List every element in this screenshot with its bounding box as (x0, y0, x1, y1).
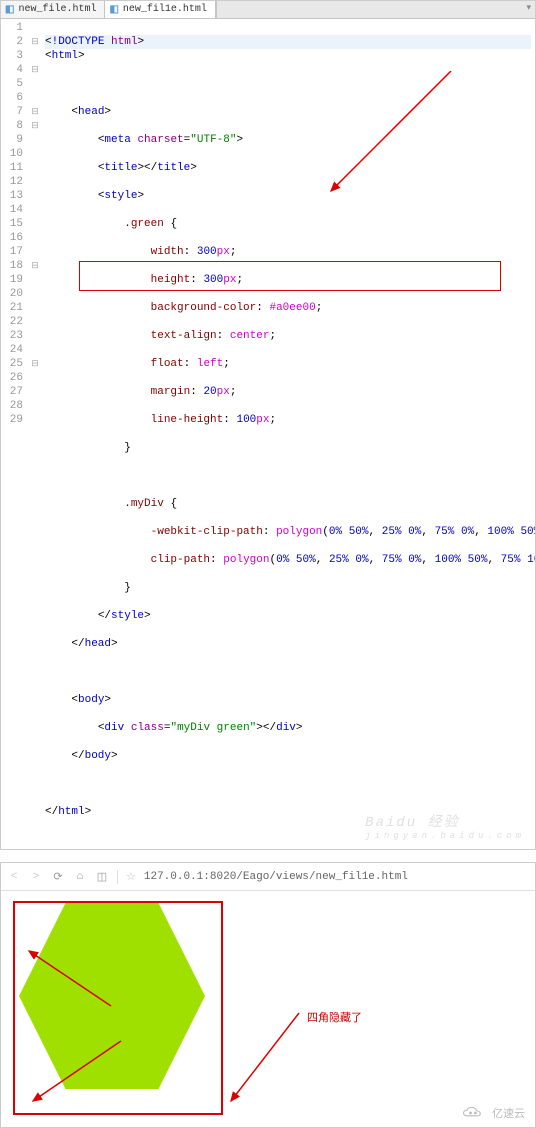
html-file-icon: ◧ (5, 4, 14, 16)
fold-column: ⊟⊟⊟⊟⊟⊟ (29, 19, 41, 849)
separator (117, 870, 118, 884)
tab-new-fil1e[interactable]: ◧ new_fil1e.html (105, 1, 215, 18)
code-lines[interactable]: <!DOCTYPE html> <html> <head> <meta char… (41, 19, 535, 849)
browser-toolbar: < > ⟳ ⌂ ◫ ☆ 127.0.0.1:8020/Eago/views/ne… (1, 863, 535, 891)
bookmark-star-icon[interactable]: ☆ (126, 870, 136, 884)
code-editor-panel: ◧ new_file.html ◧ new_fil1e.html ▾ 12345… (0, 0, 536, 850)
code-area[interactable]: 1234567891011121314151617181920212223242… (1, 19, 535, 849)
tab-label: new_file.html (18, 4, 96, 15)
line-gutter: 1234567891011121314151617181920212223242… (1, 19, 29, 849)
reload-button[interactable]: ⟳ (51, 870, 65, 884)
tab-bar: ◧ new_file.html ◧ new_fil1e.html (1, 1, 535, 19)
panel-button[interactable]: ◫ (95, 870, 109, 884)
url-display[interactable]: 127.0.0.1:8020/Eago/views/new_fil1e.html (144, 871, 408, 883)
cloud-icon (460, 1105, 488, 1121)
home-button[interactable]: ⌂ (73, 871, 87, 883)
tab-label: new_fil1e.html (123, 4, 207, 15)
yisu-cloud-logo: 亿速云 (460, 1105, 525, 1121)
browser-panel: < > ⟳ ⌂ ◫ ☆ 127.0.0.1:8020/Eago/views/ne… (0, 862, 536, 1128)
tab-bar-empty (216, 1, 535, 18)
tab-new-file[interactable]: ◧ new_file.html (1, 1, 105, 18)
html-file-icon: ◧ (109, 4, 118, 16)
back-button[interactable]: < (7, 871, 21, 883)
collapse-icon[interactable]: ▾ (526, 3, 531, 13)
annotation-text: 四角隐藏了 (307, 1009, 362, 1025)
forward-button[interactable]: > (29, 871, 43, 883)
browser-viewport: 四角隐藏了 亿速云 (1, 891, 535, 1127)
baidu-watermark: Baidu 经验 jingyan.baidu.com (365, 811, 525, 841)
